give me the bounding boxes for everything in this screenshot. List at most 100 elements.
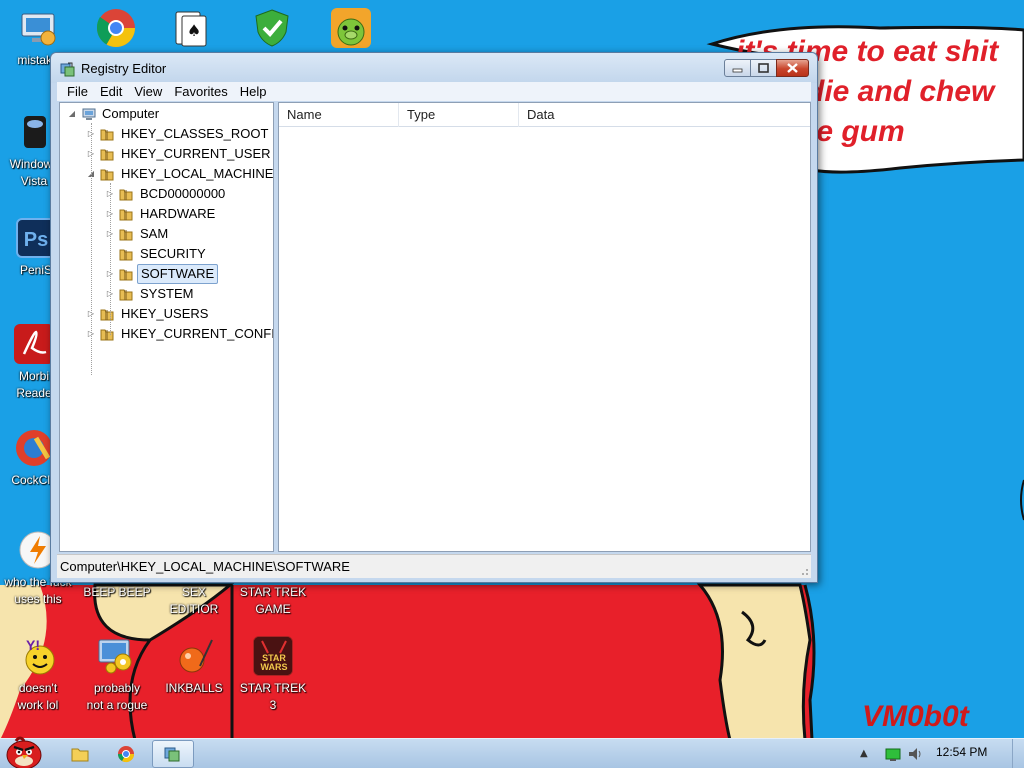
desktop-icon-label: doesn't work lol	[17, 681, 59, 712]
column-header-name[interactable]: Name	[279, 103, 399, 127]
computer-icon	[18, 8, 58, 48]
column-header-type[interactable]: Type	[399, 103, 519, 127]
desktop-icon-star-trek-3[interactable]: STAR WARS STAR TREK 3	[235, 636, 311, 714]
svg-text:Y!: Y!	[26, 637, 40, 653]
tree-node-label: SAM	[140, 226, 169, 241]
tree-node-label: SECURITY	[140, 246, 206, 261]
desktop-icon-security[interactable]	[234, 8, 310, 52]
close-icon	[787, 63, 798, 73]
menu-help[interactable]: Help	[234, 82, 273, 101]
tree-node-label: HKEY_CURRENT_USER	[121, 146, 271, 161]
star-wars-game-icon: STAR WARS	[253, 636, 293, 676]
window-title: Registry Editor	[81, 61, 167, 76]
folder-icon	[118, 186, 134, 202]
menu-view[interactable]: View	[128, 82, 168, 101]
settings-program-icon	[97, 636, 137, 676]
collapse-arrow-icon[interactable]: ◢	[68, 110, 76, 118]
folder-icon	[118, 266, 134, 282]
yahoo-messenger-icon: Y!	[18, 636, 58, 676]
menu-edit[interactable]: Edit	[94, 82, 128, 101]
caption-buttons	[724, 59, 809, 77]
desktop-icon-probably-not-a-rogue[interactable]: probably not a rogue	[79, 636, 155, 714]
chrome-icon	[96, 8, 136, 48]
wallpaper-caption-line3: le gum	[808, 115, 905, 148]
svg-text:Ps: Ps	[24, 229, 48, 251]
desktop-icon-label: STAR TREK GAME	[239, 585, 307, 616]
list-header: Name Type Data	[279, 103, 810, 127]
tree-node-label: SOFTWARE	[137, 264, 219, 284]
wallpaper-signature: VM0b0t	[862, 700, 969, 733]
desktop-icon-bad-piggies[interactable]	[313, 8, 389, 52]
tree-node-label: HKEY_CLASSES_ROOT	[121, 126, 269, 141]
desktop-icon-label: SEX EDITIOR	[169, 585, 219, 616]
menu-favorites[interactable]: Favorites	[168, 82, 233, 101]
chrome-icon	[117, 746, 135, 763]
taskbar-chrome-button[interactable]	[106, 740, 146, 768]
security-shield-icon	[252, 8, 292, 48]
folder-icon	[118, 226, 134, 242]
taskbar-regedit-button[interactable]	[152, 740, 194, 768]
angry-bird-icon	[6, 736, 42, 768]
tree-guide-line	[91, 123, 92, 375]
tree-node[interactable]: ◢ Computer	[60, 104, 273, 124]
svg-text:WARS: WARS	[261, 662, 288, 672]
desktop-icon-label: BEEP BEEP	[83, 585, 151, 599]
solitaire-icon: ♠	[170, 8, 210, 48]
folder-icon	[99, 326, 115, 342]
minimize-icon	[732, 68, 743, 73]
desktop-icon-label: INKBALLS	[165, 681, 223, 695]
status-bar: Computer\HKEY_LOCAL_MACHINE\SOFTWARE	[57, 554, 811, 578]
tree-node-label: HARDWARE	[140, 206, 216, 221]
desktop-icon-chrome[interactable]	[78, 8, 154, 52]
show-hidden-icons-icon[interactable]: ▲	[860, 748, 868, 759]
folder-icon	[118, 206, 134, 222]
registry-editor-icon	[164, 747, 180, 762]
status-path: Computer\HKEY_LOCAL_MACHINE\SOFTWARE	[60, 559, 350, 574]
start-button[interactable]	[2, 733, 46, 768]
registry-tree-pane[interactable]: ◢ Computer ▷ HKEY_CLASSES_ROOT ▷ HKEY_CURRENT…	[59, 102, 274, 552]
registry-editor-window[interactable]: Registry Editor File Edit View Favorites…	[50, 52, 818, 583]
folder-icon	[99, 126, 115, 142]
column-header-data[interactable]: Data	[519, 103, 809, 127]
registry-editor-icon	[60, 61, 76, 77]
minimize-button[interactable]	[724, 59, 751, 77]
windows-vista-icon	[14, 112, 54, 152]
tree-node-label: HKEY_CURRENT_CONFIG	[121, 326, 274, 341]
tree-guide-line	[110, 183, 111, 335]
menu-file[interactable]: File	[61, 82, 94, 101]
folder-icon	[99, 166, 115, 182]
volume-icon[interactable]	[906, 745, 924, 763]
resize-grip-icon[interactable]	[799, 566, 809, 576]
acrobat-reader-icon	[14, 324, 54, 364]
values-list-pane[interactable]: Name Type Data	[278, 102, 811, 552]
tree-node-label: BCD00000000	[140, 186, 226, 201]
maximize-button[interactable]	[750, 59, 777, 77]
desktop-icon-solitaire[interactable]: ♠	[152, 8, 228, 52]
maximize-icon	[758, 63, 769, 73]
tree-node-label: Computer	[102, 106, 160, 121]
folder-icon	[99, 306, 115, 322]
taskbar-clock[interactable]: 12:54 PM	[936, 745, 987, 759]
folder-icon	[118, 246, 134, 262]
window-titlebar[interactable]: Registry Editor	[51, 53, 817, 83]
inkball-icon	[174, 636, 214, 676]
desktop-icon-label: STAR TREK 3	[239, 681, 307, 712]
menu-bar: File Edit View Favorites Help	[57, 82, 811, 101]
desktop-icon-label: probably not a rogue	[86, 681, 148, 712]
svg-text:♠: ♠	[187, 21, 201, 40]
folder-icon	[118, 286, 134, 302]
tree-node-label: HKEY_USERS	[121, 306, 209, 321]
taskbar-explorer-button[interactable]	[60, 740, 100, 768]
bad-piggies-icon	[331, 8, 371, 48]
wallpaper-caption-line2: die and chew	[806, 75, 995, 108]
windows-explorer-icon	[71, 748, 89, 762]
network-icon[interactable]	[884, 745, 902, 763]
close-button[interactable]	[776, 59, 809, 77]
desktop-icon-inkballs[interactable]: INKBALLS	[156, 636, 232, 697]
ccleaner-icon	[14, 428, 54, 468]
desktop-icon-yahoo-messenger[interactable]: Y! doesn't work lol	[0, 636, 76, 714]
tree-node-label: SYSTEM	[140, 286, 194, 301]
show-desktop-button[interactable]	[1012, 739, 1024, 768]
taskbar: ▲ 12:54 PM	[0, 736, 1024, 768]
computer-icon	[80, 106, 96, 122]
